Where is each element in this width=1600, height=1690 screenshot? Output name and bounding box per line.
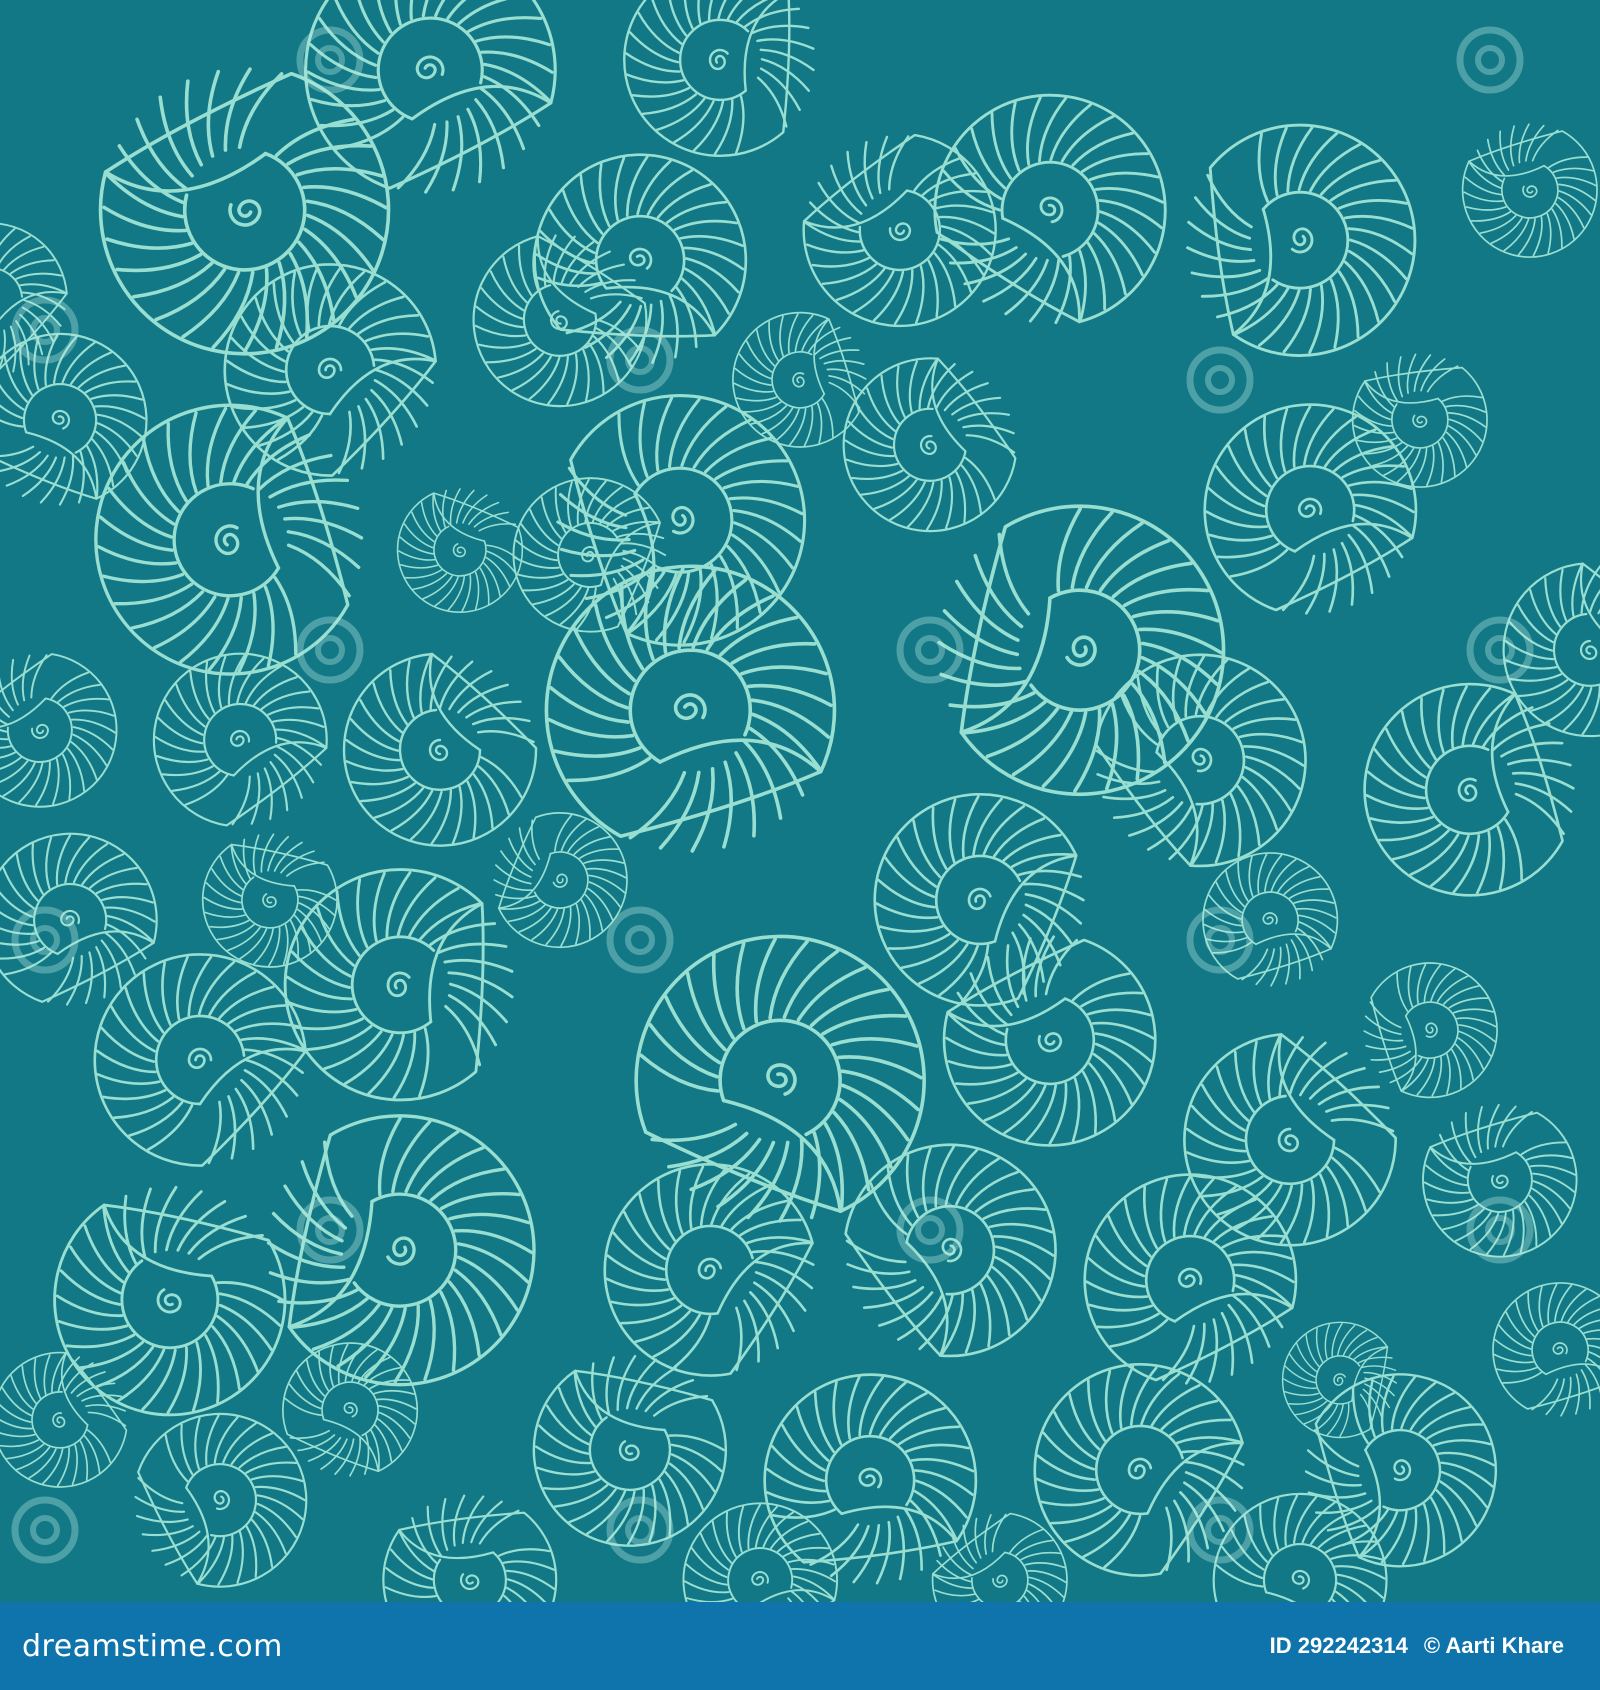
copyright-icon: © — [1423, 1633, 1441, 1658]
seashell-pattern — [0, 0, 1600, 1602]
id-label: ID 292242314 — [1269, 1633, 1408, 1658]
dreamstime-logo[interactable]: dreamstime.com — [22, 1629, 283, 1664]
author-credit: © Aarti Khare — [1424, 1633, 1564, 1659]
id-value: 292242314 — [1297, 1633, 1408, 1658]
image-credit: ID 292242314 © Aarti Khare — [1270, 1633, 1564, 1659]
author-name: Aarti Khare — [1445, 1633, 1564, 1658]
brand[interactable]: dreamstime.com — [22, 1602, 283, 1690]
footer-bar: dreamstime.com ID 292242314 © Aarti Khar… — [0, 1602, 1600, 1690]
